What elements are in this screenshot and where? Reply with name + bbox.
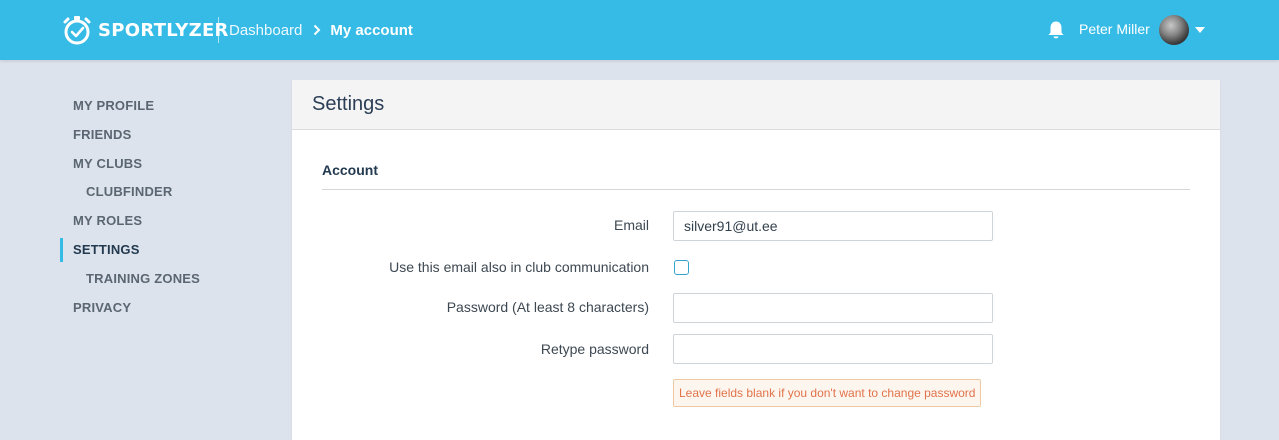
club-email-label: Use this email also in club communicatio… — [389, 259, 649, 275]
breadcrumb: Dashboard My account — [229, 20, 413, 40]
password-label: Password (At least 8 characters) — [446, 299, 649, 315]
breadcrumb-current: My account — [330, 21, 413, 39]
sidebar-item-friends[interactable]: FRIENDS — [60, 121, 280, 150]
password-field[interactable] — [673, 293, 993, 323]
breadcrumb-dashboard-link[interactable]: Dashboard — [229, 22, 302, 39]
sidebar-item-clubfinder[interactable]: CLUBFINDER — [60, 178, 280, 207]
sidebar: MY PROFILE FRIENDS MY CLUBS CLUBFINDER M… — [60, 92, 280, 322]
sidebar-item-training-zones[interactable]: TRAINING ZONES — [60, 265, 280, 294]
page-title: Settings — [292, 80, 1220, 130]
section-divider — [322, 189, 1190, 190]
retype-password-label: Retype password — [540, 341, 649, 357]
sidebar-item-privacy[interactable]: PRIVACY — [60, 294, 280, 323]
club-email-checkbox[interactable] — [674, 260, 689, 275]
user-name[interactable]: Peter Miller — [1079, 21, 1150, 37]
sidebar-item-my-clubs[interactable]: MY CLUBS — [60, 150, 280, 179]
top-bar: SPORTLYZER Dashboard My account Peter Mi… — [0, 0, 1279, 60]
email-label: Email — [613, 217, 649, 233]
section-title-account: Account — [322, 162, 378, 178]
brand-name: SPORTLYZER — [98, 19, 229, 41]
chevron-right-icon — [313, 24, 321, 36]
caret-down-icon[interactable] — [1195, 27, 1205, 33]
sidebar-item-my-profile[interactable]: MY PROFILE — [60, 92, 280, 121]
password-hint: Leave fields blank if you don't want to … — [673, 379, 982, 407]
email-field[interactable] — [673, 211, 993, 241]
logo[interactable]: SPORTLYZER — [60, 14, 229, 46]
sidebar-item-my-roles[interactable]: MY ROLES — [60, 207, 280, 236]
bell-icon[interactable] — [1046, 19, 1066, 41]
stopwatch-icon — [60, 14, 94, 46]
sidebar-item-settings[interactable]: SETTINGS — [60, 236, 280, 265]
header-divider — [218, 17, 219, 43]
retype-password-field[interactable] — [673, 334, 993, 364]
settings-card: Settings Account Email Use this email al… — [292, 80, 1220, 440]
avatar[interactable] — [1159, 15, 1189, 45]
